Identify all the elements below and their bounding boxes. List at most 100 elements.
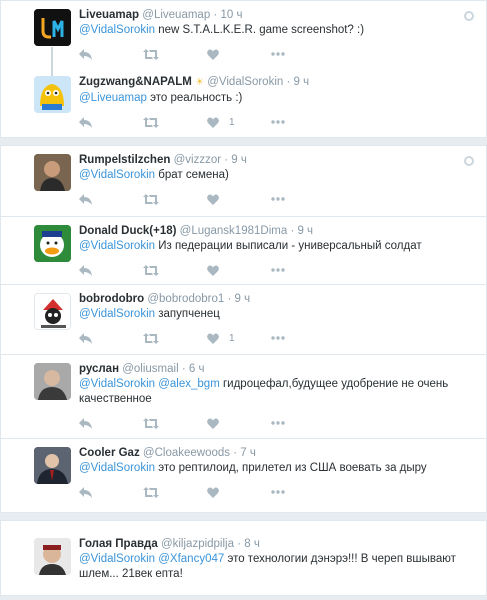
- tweet-actions: [79, 259, 476, 281]
- tweet-author-name[interactable]: Rumpelstilzchen: [79, 154, 170, 166]
- tweet[interactable]: Голая Правда @kiljazpidpilja · 8 ч @Vida…: [1, 521, 486, 597]
- retweet-icon: [143, 48, 159, 60]
- retweet-icon: [143, 116, 159, 128]
- tweet-text: @VidalSorokin @Xfancy047 это технологии …: [79, 553, 456, 580]
- retweet-button[interactable]: [143, 264, 207, 276]
- tweet-author-handle[interactable]: @bobrodobro1: [147, 293, 224, 305]
- more-button[interactable]: [271, 120, 285, 124]
- tweet-author-handle[interactable]: @Lugansk1981Dima: [180, 225, 288, 237]
- mention-link[interactable]: @VidalSorokin: [79, 308, 155, 320]
- tweet-timestamp[interactable]: 9 ч: [297, 225, 313, 237]
- tweet-author-name[interactable]: Zugzwang&NAPALM: [79, 76, 192, 88]
- retweet-button[interactable]: [143, 116, 207, 128]
- mention-link[interactable]: @VidalSorokin: [79, 553, 155, 565]
- avatar[interactable]: [34, 9, 71, 46]
- mention-link[interactable]: @alex_bgm: [158, 378, 220, 390]
- avatar[interactable]: [34, 225, 71, 262]
- tweet-author-name[interactable]: Liveuamap: [79, 9, 139, 21]
- like-button[interactable]: [207, 418, 271, 429]
- avatar[interactable]: [34, 293, 71, 330]
- tweet-timestamp[interactable]: 9 ч: [294, 76, 310, 88]
- tweet-author-name[interactable]: Голая Правда: [79, 538, 158, 550]
- tweet-author-name[interactable]: bobrodobro: [79, 293, 144, 305]
- mention-link[interactable]: @Liveuamap: [79, 92, 147, 104]
- retweet-button[interactable]: [143, 486, 207, 498]
- avatar[interactable]: [34, 76, 71, 113]
- like-button[interactable]: 1: [207, 117, 271, 128]
- retweet-button[interactable]: [143, 417, 207, 429]
- tweet-text: @VidalSorokin @alex_bgm гидроцефал,будущ…: [79, 378, 449, 405]
- reply-button[interactable]: [79, 193, 143, 205]
- more-icon: [271, 197, 285, 201]
- more-button[interactable]: [271, 268, 285, 272]
- tweet-timestamp[interactable]: 9 ч: [231, 154, 247, 166]
- tweet-author-handle[interactable]: @oliusmail: [122, 363, 178, 375]
- retweet-icon: [143, 332, 159, 344]
- more-icon: [271, 52, 285, 56]
- tweet-author-name[interactable]: Donald Duck(+18): [79, 225, 176, 237]
- more-button[interactable]: [271, 490, 285, 494]
- more-button[interactable]: [271, 421, 285, 425]
- like-button[interactable]: [207, 49, 271, 60]
- like-button[interactable]: [207, 487, 271, 498]
- tweet-actions: [79, 412, 476, 434]
- avatar[interactable]: [34, 154, 71, 191]
- tweet-timestamp[interactable]: 9 ч: [235, 293, 251, 305]
- mention-link[interactable]: @VidalSorokin: [79, 169, 155, 181]
- tweet-author-handle[interactable]: @Cloakeewoods: [143, 447, 230, 459]
- more-button[interactable]: [271, 52, 285, 56]
- reply-icon: [79, 116, 92, 128]
- retweet-button[interactable]: [143, 48, 207, 60]
- like-button[interactable]: [207, 194, 271, 205]
- retweet-icon: [143, 193, 159, 205]
- reply-button[interactable]: [79, 332, 143, 344]
- reply-button[interactable]: [79, 486, 143, 498]
- tweet[interactable]: Liveuamap @Liveuamap · 10 ч @VidalSoroki…: [1, 1, 486, 63]
- retweet-button[interactable]: [143, 193, 207, 205]
- like-button[interactable]: 1: [207, 333, 271, 344]
- mention-link[interactable]: @Xfancy047: [158, 553, 224, 565]
- tweet[interactable]: Zugzwang&NAPALM ☀ @VidalSorokin · 9 ч @L…: [1, 63, 486, 133]
- like-button[interactable]: [207, 265, 271, 276]
- reply-button[interactable]: [79, 48, 143, 60]
- tweet-timestamp[interactable]: 10 ч: [220, 9, 242, 21]
- tweet-author-name[interactable]: Cooler Gaz: [79, 447, 140, 459]
- tweet-author-handle[interactable]: @kiljazpidpilja: [161, 538, 234, 550]
- mention-link[interactable]: @VidalSorokin: [79, 240, 155, 252]
- tweet-timestamp[interactable]: 7 ч: [240, 447, 256, 459]
- tweet[interactable]: Cooler Gaz @Cloakeewoods · 7 ч @VidalSor…: [1, 438, 486, 510]
- tweet-timestamp[interactable]: 8 ч: [244, 538, 260, 550]
- avatar[interactable]: [34, 538, 71, 575]
- tweet-author-handle[interactable]: @Liveuamap: [142, 9, 210, 21]
- tweet[interactable]: Rumpelstilzchen @vizzzor · 9 ч @VidalSor…: [1, 146, 486, 216]
- tweet[interactable]: руслан @oliusmail · 6 ч @VidalSorokin @a…: [1, 354, 486, 438]
- tweet-author-handle[interactable]: @VidalSorokin: [207, 76, 283, 88]
- reply-button[interactable]: [79, 264, 143, 276]
- like-icon: [207, 117, 219, 128]
- like-icon: [207, 265, 219, 276]
- like-icon: [207, 49, 219, 60]
- mention-link[interactable]: @VidalSorokin: [79, 378, 155, 390]
- conversation-group-2: Rumpelstilzchen @vizzzor · 9 ч @VidalSor…: [0, 145, 487, 513]
- mention-link[interactable]: @VidalSorokin: [79, 462, 155, 474]
- like-icon: [207, 418, 219, 429]
- tweet-text: @VidalSorokin брат семена): [79, 169, 229, 181]
- avatar[interactable]: [34, 363, 71, 400]
- mention-link[interactable]: @VidalSorokin: [79, 24, 155, 36]
- more-icon: [271, 490, 285, 494]
- more-icon: [271, 336, 285, 340]
- tweet[interactable]: bobrodobro @bobrodobro1 · 9 ч @VidalSoro…: [1, 284, 486, 354]
- tweet-author-handle[interactable]: @vizzzor: [174, 154, 221, 166]
- tweet-text: @VidalSorokin запупченец: [79, 308, 220, 320]
- tweet-author-name[interactable]: руслан: [79, 363, 119, 375]
- reply-button[interactable]: [79, 417, 143, 429]
- tweet-text: @VidalSorokin new S.T.A.L.K.E.R. game sc…: [79, 24, 365, 36]
- retweet-button[interactable]: [143, 332, 207, 344]
- tweet[interactable]: Donald Duck(+18) @Lugansk1981Dima · 9 ч …: [1, 216, 486, 284]
- more-button[interactable]: [271, 336, 285, 340]
- more-button[interactable]: [271, 197, 285, 201]
- tweet-timestamp[interactable]: 6 ч: [189, 363, 205, 375]
- avatar[interactable]: [34, 447, 71, 484]
- reply-button[interactable]: [79, 116, 143, 128]
- more-icon: [271, 268, 285, 272]
